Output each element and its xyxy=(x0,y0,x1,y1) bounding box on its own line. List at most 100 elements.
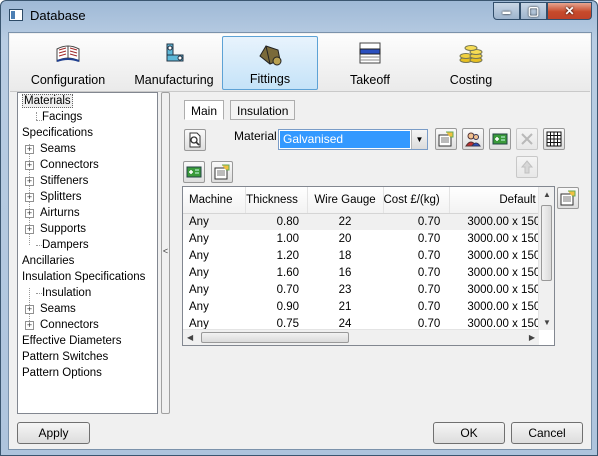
cell-thickness: 1.20 xyxy=(276,249,299,262)
cell-machine: Any xyxy=(189,232,209,245)
tree-node-materials[interactable]: Materials xyxy=(22,94,73,108)
category-tree[interactable]: Materials Facings Specifications + Seams… xyxy=(17,92,158,414)
title-bar[interactable]: Database ▬ ▢ ✕ xyxy=(1,1,597,31)
cell-machine: Any xyxy=(189,266,209,279)
cell-thickness: 0.70 xyxy=(276,283,299,296)
tree-node-insulation-specifications[interactable]: Insulation Specifications xyxy=(22,271,145,283)
materials-grid[interactable]: Machine Thickness Wire Gauge Cost £/(kg)… xyxy=(182,186,555,346)
apply-button[interactable]: Apply xyxy=(17,422,90,444)
delete-material-button[interactable] xyxy=(516,128,538,150)
expand-toggle[interactable]: + xyxy=(25,305,34,314)
tree-node-stiffeners[interactable]: Stiffeners xyxy=(40,175,88,187)
tree-node-facings[interactable]: Facings xyxy=(42,111,82,123)
tree-node-pattern-options[interactable]: Pattern Options xyxy=(22,367,102,379)
preview-button[interactable] xyxy=(184,129,206,151)
tree-node-specifications[interactable]: Specifications xyxy=(22,127,93,139)
arrow-up-icon xyxy=(520,160,534,174)
delete-icon xyxy=(521,133,533,145)
tab-fittings[interactable]: Fittings xyxy=(222,36,318,90)
tab-label: Takeoff xyxy=(349,73,391,87)
panel-splitter[interactable]: < xyxy=(161,92,170,414)
table-row[interactable]: Any 1.60 16 0.70 3000.00 x 150 xyxy=(183,264,540,281)
edit-properties-button[interactable] xyxy=(435,128,457,150)
grid-options-button[interactable] xyxy=(557,187,579,209)
edit-row-button[interactable] xyxy=(211,161,233,183)
expand-toggle[interactable]: + xyxy=(25,225,34,234)
table-row[interactable]: Any 1.20 18 0.70 3000.00 x 150 xyxy=(183,247,540,264)
app-icon xyxy=(9,9,23,21)
grid-view-button[interactable] xyxy=(543,128,565,150)
client-area: Configuration Manufacturing Fittings Tak… xyxy=(8,32,592,450)
column-header-wire-gauge[interactable]: Wire Gauge xyxy=(307,187,384,214)
tree-node-splitters[interactable]: Splitters xyxy=(40,191,82,203)
users-icon xyxy=(465,132,481,147)
tree-node-airturns[interactable]: Airturns xyxy=(40,207,80,219)
tab-costing[interactable]: Costing xyxy=(421,36,521,90)
tree-node-seams[interactable]: Seams xyxy=(40,143,76,155)
column-header-cost[interactable]: Cost £/(kg) xyxy=(383,187,450,214)
tree-node-effective-diameters[interactable]: Effective Diameters xyxy=(22,335,122,347)
scroll-thumb[interactable] xyxy=(541,205,552,281)
tab-label: Configuration xyxy=(30,73,106,87)
expand-toggle[interactable]: + xyxy=(25,145,34,154)
cell-machine: Any xyxy=(189,249,209,262)
ok-button[interactable]: OK xyxy=(433,422,505,444)
cell-wire-gauge: 18 xyxy=(338,249,352,262)
users-button[interactable] xyxy=(462,128,484,150)
tab-manufacturing[interactable]: Manufacturing xyxy=(124,36,224,90)
cell-thickness: 0.90 xyxy=(276,300,299,313)
tree-node-pattern-switches[interactable]: Pattern Switches xyxy=(22,351,108,363)
table-row[interactable]: Any 0.90 21 0.70 3000.00 x 150 xyxy=(183,298,540,315)
tree-node-supports[interactable]: Supports xyxy=(40,223,86,235)
manufacturing-icon xyxy=(166,43,184,62)
tree-node-insulation[interactable]: Insulation xyxy=(42,287,91,299)
column-header-thickness[interactable]: Thickness xyxy=(245,187,308,214)
table-row[interactable]: Any 0.70 23 0.70 3000.00 x 150 xyxy=(183,281,540,298)
tree-node-connectors[interactable]: Connectors xyxy=(40,319,99,331)
expand-toggle[interactable]: + xyxy=(25,161,34,170)
add-material-button[interactable] xyxy=(489,128,511,150)
tab-takeoff[interactable]: Takeoff xyxy=(320,36,420,90)
tab-label: Fittings xyxy=(249,72,291,86)
chevron-down-icon: ▼ xyxy=(411,130,427,149)
minimize-button[interactable]: ▬ xyxy=(493,2,520,20)
tree-node-connectors[interactable]: Connectors xyxy=(40,159,99,171)
cell-thickness: 0.80 xyxy=(245,213,307,230)
cancel-button[interactable]: Cancel xyxy=(511,422,583,444)
database-window: Database ▬ ▢ ✕ Configuration Manufacturi… xyxy=(0,0,598,456)
expand-toggle[interactable]: + xyxy=(25,321,34,330)
cell-wire-gauge: 21 xyxy=(338,300,352,313)
tab-main[interactable]: Main xyxy=(184,100,225,120)
cell-default: 3000.00 x 150 xyxy=(467,266,541,279)
move-up-button[interactable] xyxy=(516,156,538,178)
maximize-button[interactable]: ▢ xyxy=(520,2,547,20)
cell-thickness: 1.60 xyxy=(276,266,299,279)
column-header-machine[interactable]: Machine xyxy=(183,187,246,214)
grid-icon xyxy=(546,131,562,147)
tab-configuration[interactable]: Configuration xyxy=(18,36,118,90)
expand-toggle[interactable]: + xyxy=(25,193,34,202)
cell-wire-gauge: 22 xyxy=(307,213,383,230)
add-row-button[interactable] xyxy=(183,161,205,183)
tree-node-ancillaries[interactable]: Ancillaries xyxy=(22,255,74,267)
horizontal-scrollbar[interactable]: ◀ ▶ xyxy=(183,329,539,345)
maximize-icon: ▢ xyxy=(527,4,540,18)
scroll-thumb[interactable] xyxy=(201,332,349,343)
table-row[interactable]: Any 0.80 22 0.70 3000.00 x 150 xyxy=(183,213,541,230)
column-header-default[interactable]: Default xyxy=(449,187,541,214)
expand-toggle[interactable]: + xyxy=(25,209,34,218)
cell-cost: 0.70 xyxy=(417,283,441,296)
cell-machine: Any xyxy=(183,213,245,230)
cell-default: 3000.00 x 150 xyxy=(449,213,541,230)
cell-default: 3000.00 x 150 xyxy=(467,232,541,245)
vertical-scrollbar[interactable]: ▲ ▼ xyxy=(538,187,554,330)
expand-toggle[interactable]: + xyxy=(25,177,34,186)
tab-insulation[interactable]: Insulation xyxy=(230,100,296,120)
configuration-icon xyxy=(56,45,80,62)
tree-node-dampers[interactable]: Dampers xyxy=(42,239,89,251)
close-button[interactable]: ✕ xyxy=(547,2,592,20)
minimize-icon: ▬ xyxy=(502,6,511,16)
material-select[interactable]: Galvanised ▼ xyxy=(278,129,428,150)
tree-node-seams[interactable]: Seams xyxy=(40,303,76,315)
table-row[interactable]: Any 1.00 20 0.70 3000.00 x 150 xyxy=(183,230,540,247)
